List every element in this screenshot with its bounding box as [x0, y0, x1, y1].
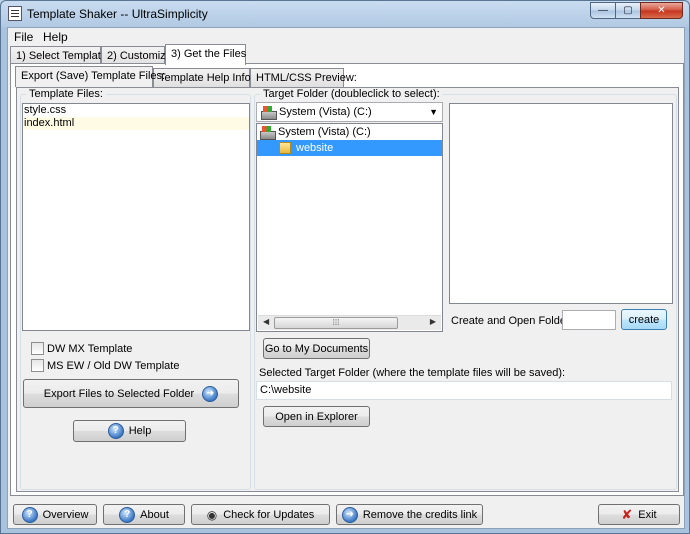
list-item[interactable]: index.html — [23, 117, 249, 130]
menu-bar: File Help — [8, 28, 684, 46]
template-files-list[interactable]: style.css index.html — [22, 103, 250, 331]
tree-item-website[interactable]: website — [257, 140, 442, 156]
create-folder-label: Create and Open Folder: — [451, 315, 573, 327]
overview-button[interactable]: ? Overview — [13, 504, 97, 525]
drive-icon — [260, 126, 276, 141]
scroll-right-icon[interactable]: ▶ — [430, 317, 436, 326]
close-icon: ✕ — [657, 5, 666, 16]
question-icon: ? — [119, 506, 136, 523]
dw-mx-label: DW MX Template — [47, 342, 133, 355]
overview-label: Overview — [42, 508, 89, 521]
about-label: About — [140, 508, 169, 521]
help-button[interactable]: ? Help — [73, 420, 186, 442]
create-button[interactable]: create — [621, 309, 667, 330]
arrow-right-icon: ➜ — [341, 506, 358, 523]
scroll-left-icon[interactable]: ◀ — [263, 317, 269, 326]
horizontal-scrollbar[interactable]: ◀ ⁞⁞⁞ ▶ — [258, 315, 441, 330]
folder-tree[interactable]: System (Vista) (C:) website ◀ ⁞⁞⁞ ▶ — [256, 123, 443, 332]
tree-item-label: website — [296, 142, 334, 154]
ms-ew-label: MS EW / Old DW Template — [47, 359, 180, 372]
selected-folder-label: Selected Target Folder (where the templa… — [259, 367, 566, 379]
checkbox-box — [31, 342, 44, 355]
exit-label: Exit — [638, 508, 657, 521]
tab-get-files[interactable]: 3) Get the Files — [165, 44, 246, 65]
about-button[interactable]: ? About — [103, 504, 185, 525]
tree-item-drive[interactable]: System (Vista) (C:) — [257, 124, 442, 141]
window-controls: — ▢ ✕ — [590, 2, 683, 19]
new-folder-input[interactable] — [562, 310, 616, 330]
export-label: Export Files to Selected Folder — [43, 387, 195, 400]
minimize-button[interactable]: — — [590, 2, 616, 19]
check-updates-label: Check for Updates — [223, 508, 315, 521]
tab-template-help[interactable]: Template Help Info: — [153, 68, 254, 87]
folder-contents-pane[interactable] — [449, 103, 673, 304]
checkbox-box — [31, 359, 44, 372]
menu-help[interactable]: Help — [43, 30, 68, 44]
tree-item-label: System (Vista) (C:) — [278, 126, 371, 138]
remove-credits-button[interactable]: ➜ Remove the credits link — [336, 504, 483, 525]
export-panel: Template Files: style.css index.html DW … — [16, 87, 679, 492]
target-folder-group: Target Folder (doubleclick to select): S… — [254, 88, 677, 490]
tab-export-files[interactable]: Export (Save) Template Files: — [15, 66, 165, 87]
get-files-panel: Export (Save) Template Files: Template H… — [10, 63, 684, 496]
eye-icon: ◉ — [206, 507, 218, 522]
selected-folder-field[interactable]: C:\website — [256, 381, 672, 400]
go-to-my-documents-button[interactable]: Go to My Documents — [263, 338, 370, 359]
export-files-button[interactable]: Export Files to Selected Folder ➜ — [23, 379, 239, 408]
help-label: Help — [128, 425, 152, 437]
arrow-right-icon: ➜ — [202, 385, 219, 402]
drive-select-text: System (Vista) (C:) — [279, 106, 372, 118]
dw-mx-checkbox[interactable]: DW MX Template — [31, 342, 132, 355]
maximize-button[interactable]: ▢ — [615, 2, 641, 19]
target-folder-label: Target Folder (doubleclick to select): — [260, 88, 443, 100]
menu-file[interactable]: File — [14, 30, 33, 44]
drive-icon — [261, 106, 277, 121]
maximize-icon: ▢ — [623, 5, 633, 16]
chevron-down-icon[interactable]: ▼ — [429, 107, 438, 117]
exit-button[interactable]: ✘ Exit — [598, 504, 680, 525]
folder-icon — [279, 142, 291, 155]
window-title: Template Shaker -- UltraSimplicity — [27, 7, 208, 21]
list-item[interactable]: style.css — [23, 104, 249, 117]
close-button[interactable]: ✕ — [640, 2, 683, 19]
open-in-explorer-button[interactable]: Open in Explorer — [263, 406, 370, 427]
question-icon: ? — [21, 506, 38, 523]
exit-x-icon: ✘ — [621, 506, 633, 522]
client-area: File Help 1) Select Template 2) Customiz… — [7, 27, 685, 529]
app-window: Template Shaker -- UltraSimplicity — ▢ ✕… — [0, 0, 690, 534]
check-updates-button[interactable]: ◉ Check for Updates — [191, 504, 330, 525]
app-icon — [8, 6, 22, 21]
title-bar[interactable]: Template Shaker -- UltraSimplicity — ▢ ✕ — [1, 1, 689, 27]
drive-select[interactable]: System (Vista) (C:) ▼ — [256, 102, 443, 122]
tab-html-css-preview[interactable]: HTML/CSS Preview: — [250, 68, 357, 87]
template-files-group: Template Files: style.css index.html DW … — [20, 88, 251, 490]
scroll-thumb[interactable]: ⁞⁞⁞ — [274, 317, 398, 329]
question-icon: ? — [107, 423, 124, 439]
drive-select-value: System (Vista) (C:) — [261, 106, 372, 121]
minimize-icon: — — [598, 5, 608, 16]
remove-credits-label: Remove the credits link — [362, 508, 478, 521]
ms-ew-checkbox[interactable]: MS EW / Old DW Template — [31, 359, 179, 372]
template-files-label: Template Files: — [26, 88, 106, 100]
